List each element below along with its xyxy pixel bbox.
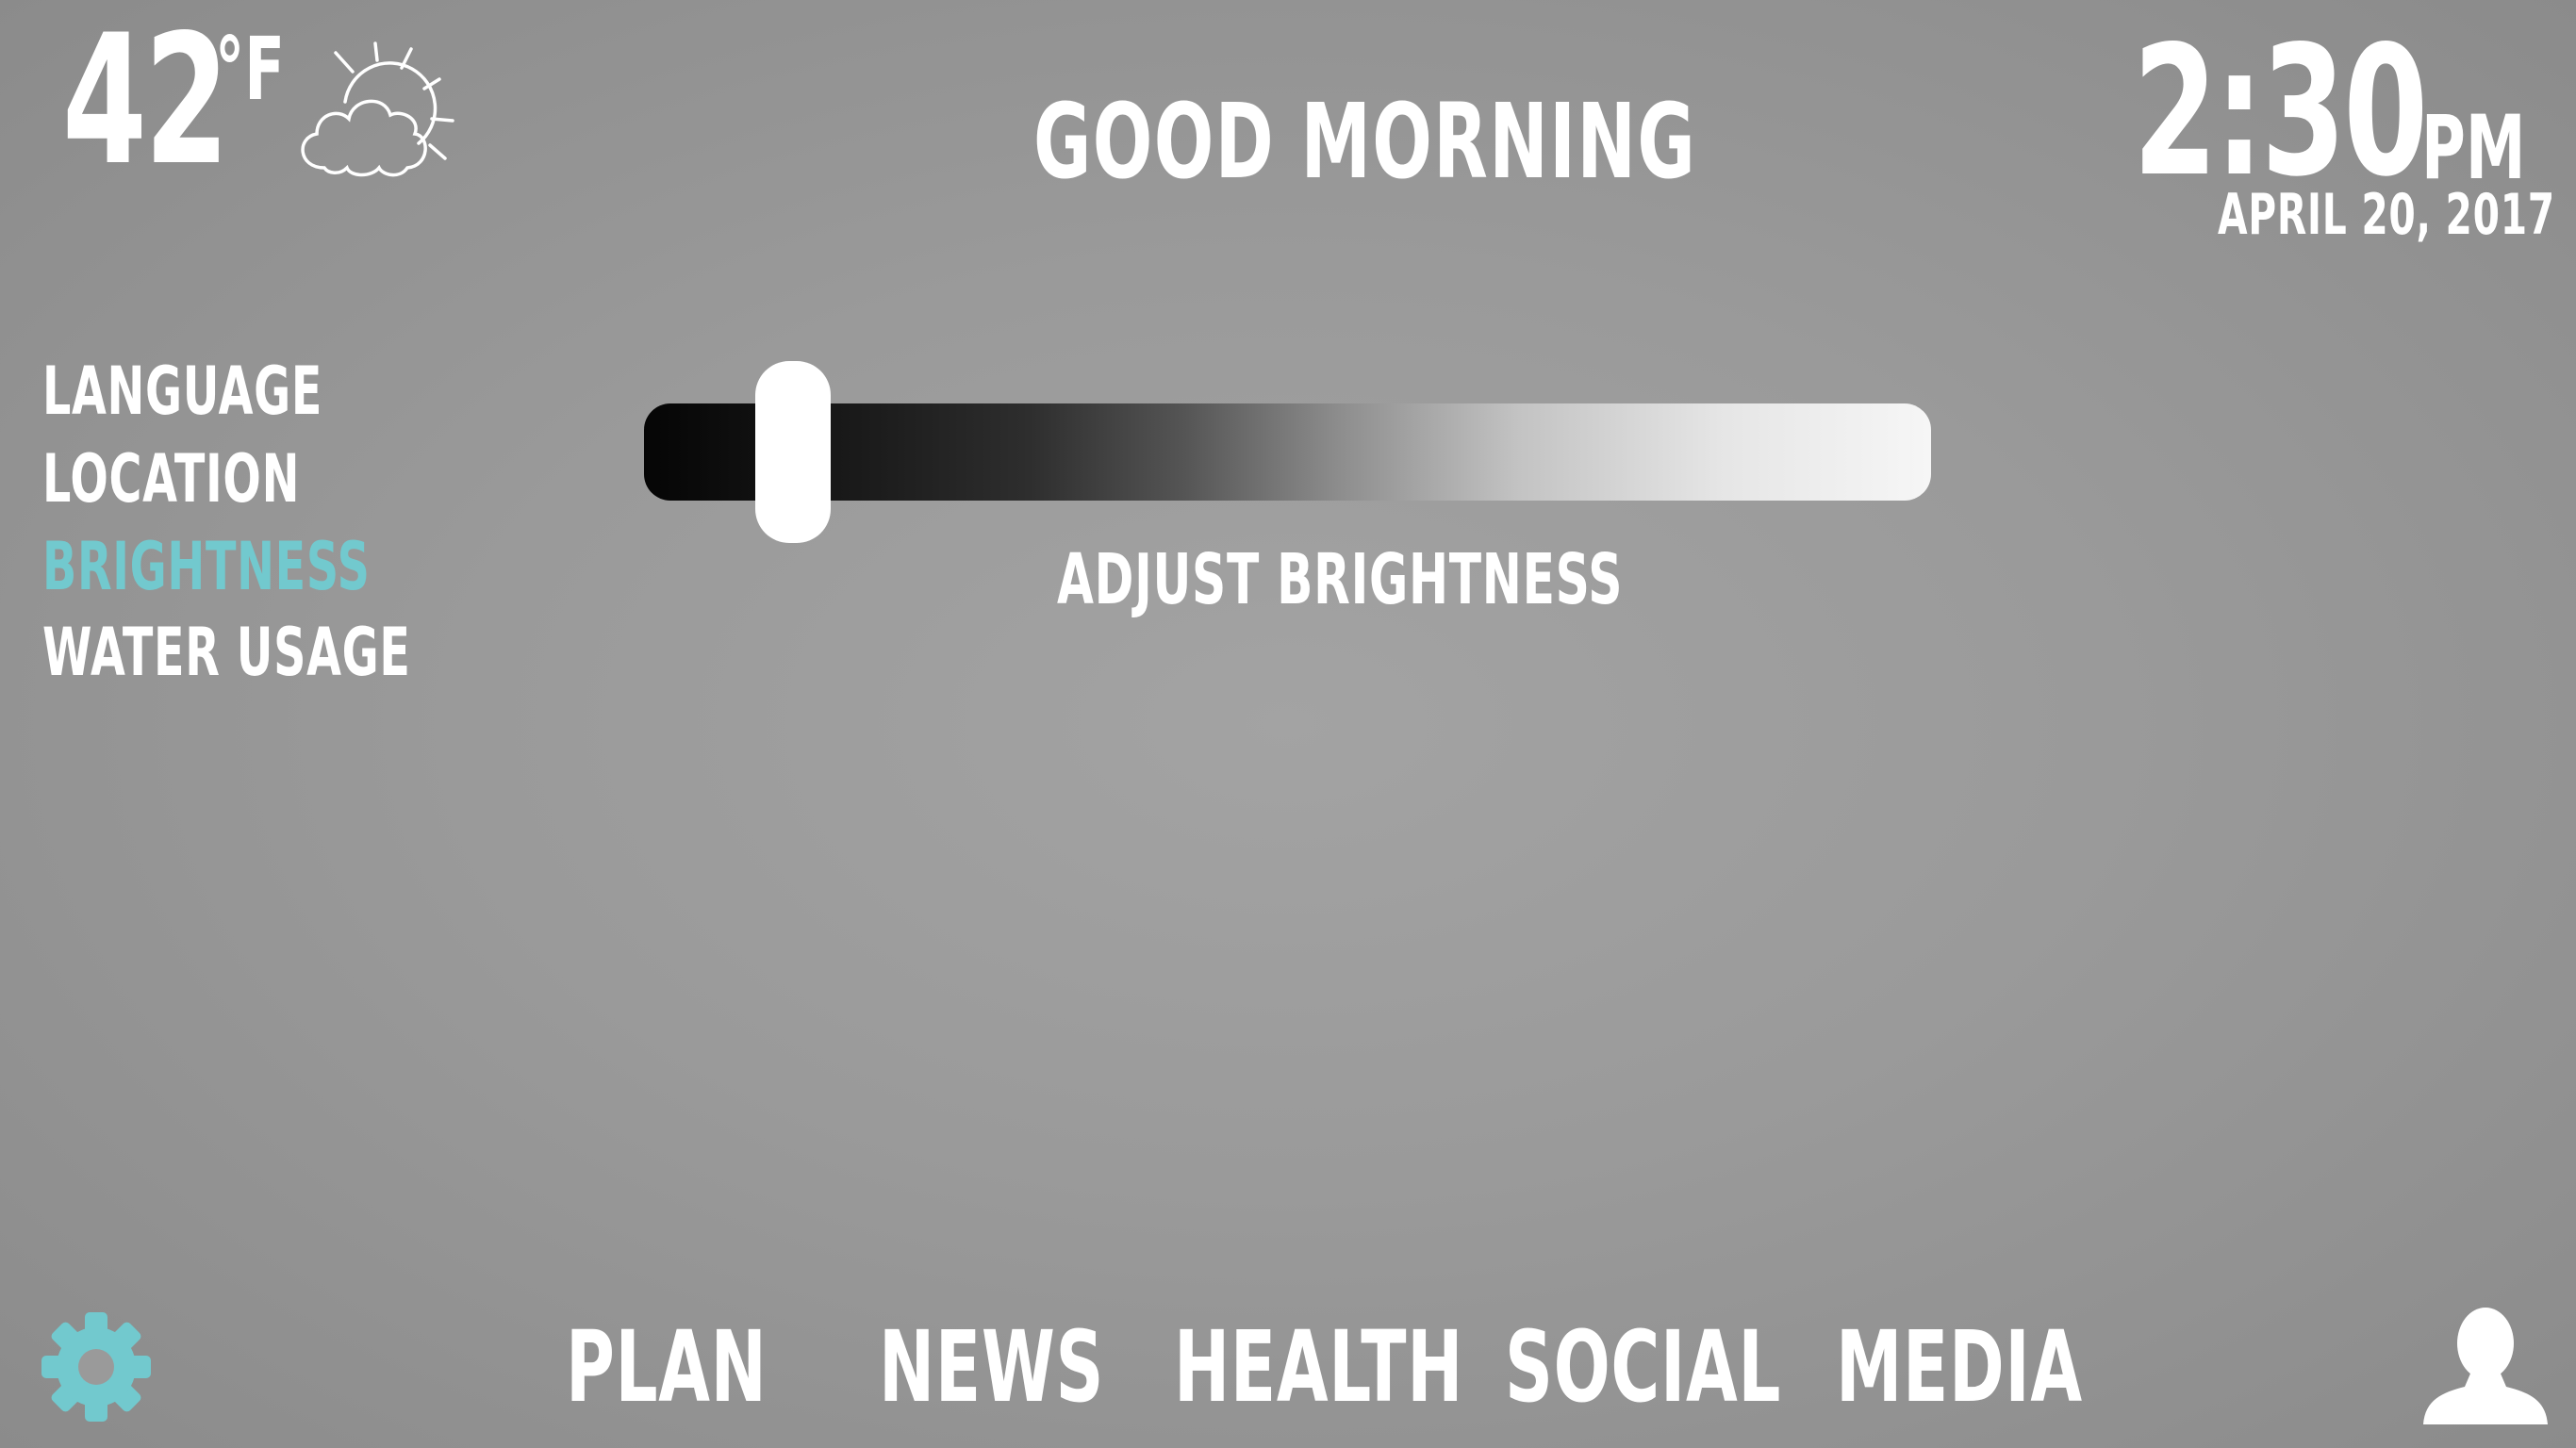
nav-social[interactable]: SOCIAL (1505, 1315, 1781, 1419)
menu-item-water-usage[interactable]: WATER USAGE (42, 615, 411, 690)
partly-cloudy-icon (301, 41, 454, 177)
brightness-slider-label: ADJUST BRIGHTNESS (1057, 539, 1624, 620)
clock-date: APRIL 20, 2017 (2218, 182, 2555, 248)
nav-news[interactable]: NEWS (879, 1315, 1104, 1419)
greeting-title: GOOD MORNING (1033, 81, 1697, 202)
clock-time: 2:30 (2133, 8, 2428, 216)
menu-item-language[interactable]: LANGUAGE (42, 354, 322, 429)
brightness-slider-track[interactable] (644, 403, 1931, 501)
menu-item-location[interactable]: LOCATION (42, 441, 300, 517)
brightness-slider-thumb[interactable] (755, 361, 831, 543)
nav-media[interactable]: MEDIA (1836, 1315, 2083, 1419)
nav-plan[interactable]: PLAN (566, 1315, 768, 1419)
temperature-unit: °F (215, 19, 286, 120)
user-icon[interactable] (2423, 1306, 2548, 1424)
menu-item-brightness[interactable]: BRIGHTNESS (42, 529, 371, 604)
nav-health[interactable]: HEALTH (1174, 1315, 1463, 1419)
temperature-value: 42 (62, 0, 229, 205)
gear-icon[interactable] (40, 1310, 153, 1423)
